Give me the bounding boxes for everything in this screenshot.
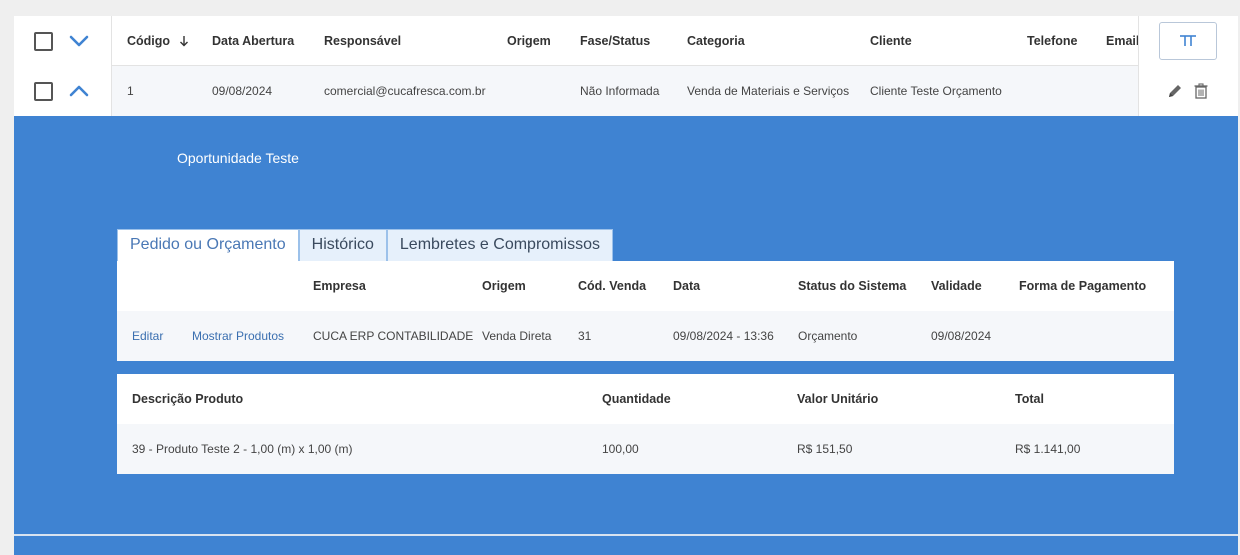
col-header-email[interactable]: Email xyxy=(1106,16,1139,66)
header-select-cell xyxy=(14,16,112,66)
orders-cell-empresa: CUCA ERP CONTABILIDADE xyxy=(313,329,474,343)
select-all-checkbox[interactable] xyxy=(34,32,53,51)
orders-col-status-sistema[interactable]: Status do Sistema xyxy=(798,261,906,311)
row-actions-cell xyxy=(1138,66,1238,116)
orders-col-origem[interactable]: Origem xyxy=(482,261,526,311)
orders-cell-origem: Venda Direta xyxy=(482,329,552,343)
tab-lembretes[interactable]: Lembretes e Compromissos xyxy=(386,229,613,261)
row-cells: 1 09/08/2024 comercial@cucafresca.com.br… xyxy=(112,66,1238,116)
orders-col-validade[interactable]: Validade xyxy=(931,261,982,311)
row-select-cell xyxy=(14,66,112,116)
edit-order-link[interactable]: Editar xyxy=(132,311,163,361)
col-header-codigo[interactable]: Código xyxy=(127,16,189,66)
orders-cell-data: 09/08/2024 - 13:36 xyxy=(673,329,774,343)
tab-historico[interactable]: Histórico xyxy=(298,229,387,261)
col-header-responsavel[interactable]: Responsável xyxy=(324,16,401,66)
arrow-down-icon xyxy=(179,36,188,47)
opportunity-title: Oportunidade Teste xyxy=(177,150,299,166)
orders-cell-status-sistema: Orçamento xyxy=(798,329,858,343)
products-cell-descricao: 39 - Produto Teste 2 - 1,00 (m) x 1,00 (… xyxy=(132,442,353,456)
orders-col-cod-venda[interactable]: Cód. Venda xyxy=(578,261,646,311)
orders-col-empresa[interactable]: Empresa xyxy=(313,261,366,311)
col-header-telefone[interactable]: Telefone xyxy=(1027,16,1077,66)
products-cell-quantidade: 100,00 xyxy=(602,442,639,456)
show-products-link[interactable]: Mostrar Produtos xyxy=(192,311,284,361)
col-header-origem[interactable]: Origem xyxy=(507,16,551,66)
cell-cliente: Cliente Teste Orçamento xyxy=(870,84,1002,98)
cell-responsavel: comercial@cucafresca.com.br xyxy=(324,84,486,98)
orders-cell-cod-venda: 31 xyxy=(578,329,592,343)
products-cell-total: R$ 1.141,00 xyxy=(1015,442,1081,456)
cell-fase-status: Não Informada xyxy=(580,84,660,98)
cell-categoria: Venda de Materiais e Serviços xyxy=(687,84,850,98)
products-header-row: Descrição Produto Quantidade Valor Unitá… xyxy=(117,374,1174,424)
grid-header-row: Código Data Abertura Responsável Origem … xyxy=(14,16,1238,66)
products-table: Descrição Produto Quantidade Valor Unitá… xyxy=(117,374,1174,474)
row-detail-panel: Oportunidade Teste Pedido ou Orçamento H… xyxy=(14,116,1238,534)
header-cells: Código Data Abertura Responsável Origem … xyxy=(112,16,1238,66)
col-header-data-abertura[interactable]: Data Abertura xyxy=(212,16,294,66)
row-checkbox[interactable] xyxy=(34,82,53,101)
cell-codigo: 1 xyxy=(127,84,134,98)
pencil-icon[interactable] xyxy=(1166,82,1184,100)
tab-pedido-orcamento[interactable]: Pedido ou Orçamento xyxy=(117,229,299,262)
columns-icon xyxy=(1180,35,1196,46)
col-header-codigo-label: Código xyxy=(127,34,171,48)
table-row: 39 - Produto Teste 2 - 1,00 (m) x 1,00 (… xyxy=(117,424,1174,474)
table-row: Editar Mostrar Produtos CUCA ERP CONTABI… xyxy=(117,311,1174,361)
products-col-quantidade[interactable]: Quantidade xyxy=(602,374,671,424)
col-header-fase-status[interactable]: Fase/Status xyxy=(580,16,650,66)
cell-data-abertura: 09/08/2024 xyxy=(212,84,273,98)
col-header-categoria[interactable]: Categoria xyxy=(687,16,745,66)
orders-header-row: Empresa Origem Cód. Venda Data Status do… xyxy=(117,261,1174,311)
products-col-descricao[interactable]: Descrição Produto xyxy=(132,374,243,424)
products-col-valor-unitario[interactable]: Valor Unitário xyxy=(797,374,878,424)
chevron-down-icon[interactable] xyxy=(68,30,90,52)
chevron-up-icon[interactable] xyxy=(68,80,90,102)
products-cell-valor-unitario: R$ 151,50 xyxy=(797,442,853,456)
detail-tabs: Pedido ou Orçamento Histórico Lembretes … xyxy=(117,229,613,262)
column-chooser-button[interactable] xyxy=(1159,22,1217,60)
header-actions-cell xyxy=(1138,16,1238,66)
next-row-detail-edge xyxy=(14,536,1238,555)
orders-table: Empresa Origem Cód. Venda Data Status do… xyxy=(117,261,1174,361)
trash-icon[interactable] xyxy=(1192,82,1210,100)
orders-col-data[interactable]: Data xyxy=(673,261,700,311)
col-header-cliente[interactable]: Cliente xyxy=(870,16,912,66)
orders-col-forma-pagamento[interactable]: Forma de Pagamento xyxy=(1019,261,1146,311)
table-row[interactable]: 1 09/08/2024 comercial@cucafresca.com.br… xyxy=(14,66,1238,116)
orders-cell-validade: 09/08/2024 xyxy=(931,329,992,343)
products-col-total[interactable]: Total xyxy=(1015,374,1044,424)
